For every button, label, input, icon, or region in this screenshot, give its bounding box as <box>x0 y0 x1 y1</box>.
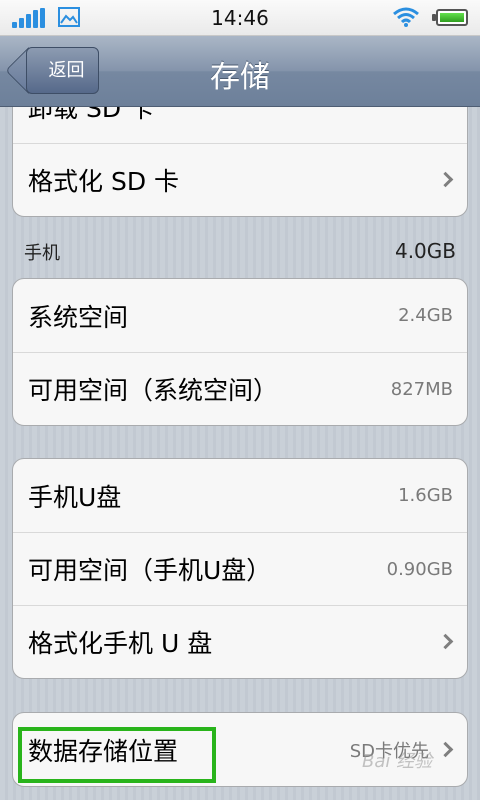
usb-free-row[interactable]: 可用空间（手机U盘） 0.90GB <box>13 532 467 605</box>
chevron-right-icon <box>437 171 454 188</box>
settings-list: 卸载 SD 卡 格式化 SD 卡 手机 4.0GB 系统空间 2.4GB 可用空… <box>0 107 480 800</box>
battery-level <box>440 13 464 22</box>
highlight-box <box>18 727 216 783</box>
battery-icon <box>432 9 468 26</box>
format-sd-row[interactable]: 格式化 SD 卡 <box>13 143 467 216</box>
status-bar: 14:46 <box>0 0 480 36</box>
unmount-sd-row[interactable]: 卸载 SD 卡 <box>13 107 467 143</box>
usb-free-label: 可用空间（手机U盘） <box>28 556 272 585</box>
usb-space-label: 手机U盘 <box>28 482 122 512</box>
phone-total-capacity: 4.0GB <box>394 239 456 263</box>
page-title: 存储 <box>210 60 270 95</box>
system-space-value: 2.4GB <box>398 305 453 326</box>
format-sd-label: 格式化 SD 卡 <box>28 167 180 196</box>
system-free-row[interactable]: 可用空间（系统空间） 827MB <box>13 352 467 425</box>
chevron-right-icon <box>437 741 454 757</box>
phone-storage-group: 系统空间 2.4GB 可用空间（系统空间） 827MB <box>12 278 468 426</box>
phone-section-header: 手机 4.0GB <box>24 239 456 265</box>
system-space-row[interactable]: 系统空间 2.4GB <box>13 279 467 352</box>
format-usb-row[interactable]: 格式化手机 U 盘 <box>13 605 467 678</box>
phone-usb-group: 手机U盘 1.6GB 可用空间（手机U盘） 0.90GB 格式化手机 U 盘 <box>12 458 468 679</box>
chevron-right-icon <box>437 633 454 650</box>
usb-space-value: 1.6GB <box>398 485 453 506</box>
watermark: Bai 经验 <box>362 751 433 772</box>
usb-free-value: 0.90GB <box>386 558 453 580</box>
navigation-bar: 返回 存储 <box>0 36 480 107</box>
sd-card-group: 卸载 SD 卡 格式化 SD 卡 <box>12 107 468 217</box>
unmount-sd-label: 卸载 SD 卡 <box>28 107 155 123</box>
wifi-icon <box>393 7 419 27</box>
phone-section-title: 手机 <box>24 243 60 264</box>
usb-space-row[interactable]: 手机U盘 1.6GB <box>13 459 467 532</box>
system-free-label: 可用空间（系统空间） <box>28 376 279 405</box>
system-free-value: 827MB <box>390 378 453 400</box>
format-usb-label: 格式化手机 U 盘 <box>28 629 213 658</box>
system-space-label: 系统空间 <box>28 302 129 332</box>
